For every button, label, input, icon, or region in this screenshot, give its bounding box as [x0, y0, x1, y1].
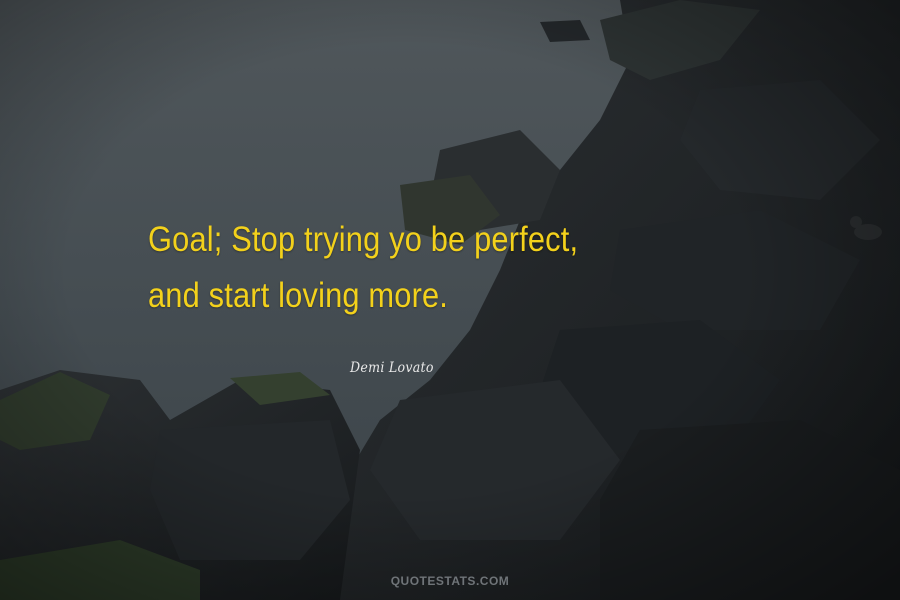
quote-image: Goal; Stop trying yo be perfect, and sta… — [0, 0, 900, 600]
quote-line-2: and start loving more. — [148, 276, 449, 315]
quote-author: Demi Lovato — [350, 360, 434, 376]
quote-line-1: Goal; Stop trying yo be perfect, — [148, 220, 579, 259]
watermark: QUOTESTATS.COM — [390, 574, 510, 588]
quote-text: Goal; Stop trying yo be perfect, and sta… — [148, 212, 711, 324]
